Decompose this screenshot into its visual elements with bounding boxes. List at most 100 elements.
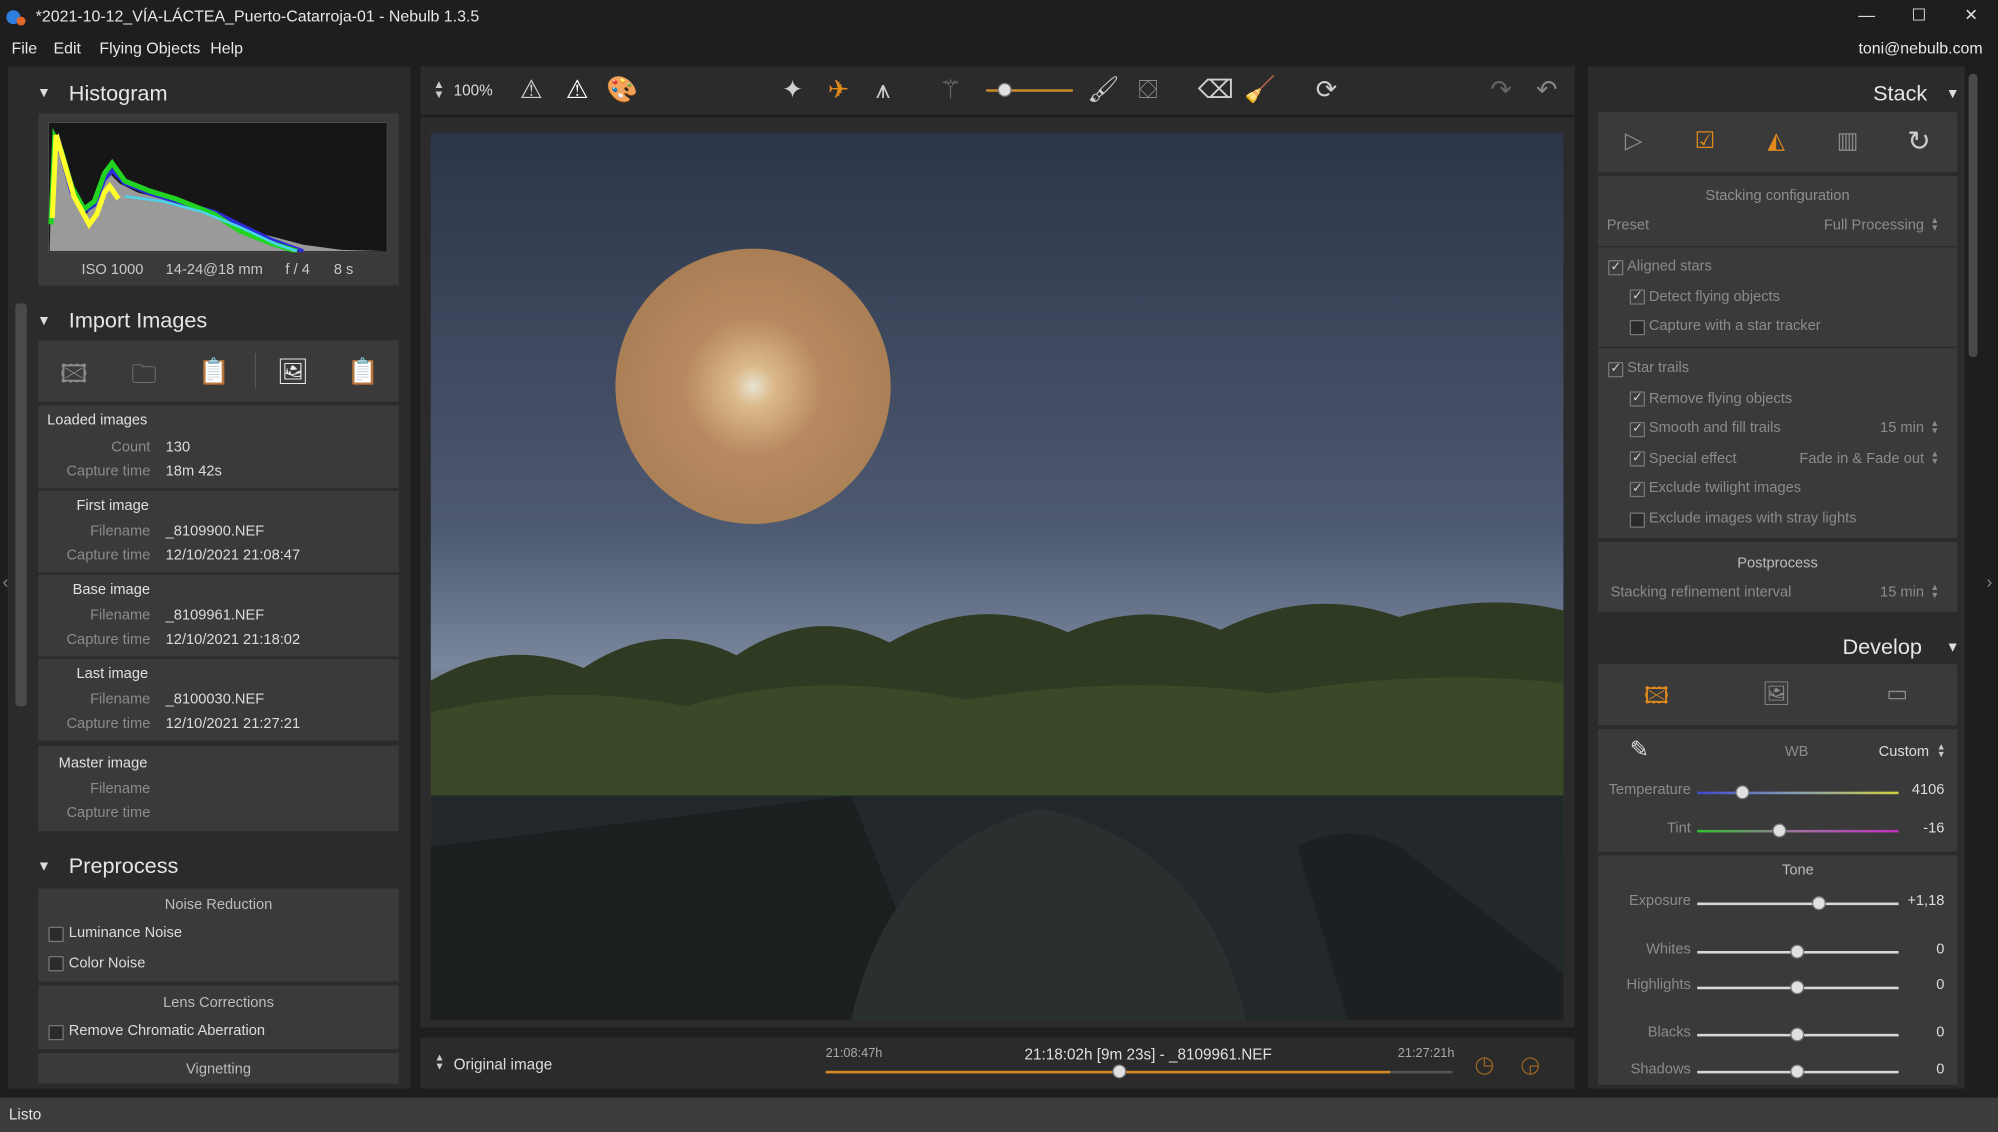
fill-icon[interactable]: ⛋ — [1131, 74, 1164, 107]
smooth-trails-checkbox[interactable]: ✓ — [1629, 421, 1645, 438]
magic-wand-icon[interactable]: ⚚ — [934, 74, 967, 107]
first-image-heading: First image — [76, 498, 149, 514]
play-mode-icon[interactable]: ▷ — [1616, 127, 1652, 154]
tint-value[interactable]: -16 — [1886, 821, 1944, 836]
develop-collapse-icon[interactable]: ▼ — [1946, 640, 1960, 655]
brush-size-knob[interactable] — [997, 82, 1012, 97]
import-images-icon[interactable]: 🖾 — [56, 356, 92, 399]
remove-flying-label: Remove flying objects — [1648, 391, 1793, 407]
collapse-right-icon[interactable]: › — [1986, 571, 1992, 591]
view-mode[interactable]: Original image — [454, 1056, 553, 1074]
exposure-slider[interactable] — [1697, 902, 1899, 906]
develop-crop-icon[interactable]: ▭ — [1879, 681, 1915, 708]
minimize-button[interactable]: — — [1848, 5, 1886, 28]
clear-brush-icon[interactable]: 🧹 — [1244, 74, 1277, 107]
maximize-button[interactable]: ☐ — [1900, 5, 1938, 28]
right-scrollbar[interactable] — [1968, 73, 1978, 357]
highlights-value[interactable]: 0 — [1886, 978, 1944, 993]
eraser-icon[interactable]: ⌫ — [1198, 74, 1234, 107]
preset-stepper-icon[interactable]: ▲ ▼ — [1930, 217, 1939, 234]
refinement-value[interactable]: 15 min — [1835, 585, 1924, 600]
flying-object-icon[interactable]: ✈ — [822, 74, 855, 107]
stack-collapse-icon[interactable]: ▼ — [1946, 87, 1960, 102]
import-master-icon[interactable]: 🖼 — [275, 356, 311, 388]
star-trails-checkbox[interactable]: ✓ — [1608, 362, 1624, 378]
zoom-level[interactable]: 100% — [454, 82, 493, 100]
clock-forward-icon[interactable]: ◷ — [1468, 1048, 1501, 1081]
smooth-trails-value[interactable]: 15 min — [1835, 421, 1924, 436]
loaded-images-heading: Loaded images — [47, 413, 148, 429]
luminance-noise-checkbox[interactable] — [48, 926, 64, 943]
aligned-stars-checkbox[interactable]: ✓ — [1608, 260, 1624, 276]
columns-mode-icon[interactable]: ▥ — [1830, 127, 1866, 154]
menu-edit[interactable]: Edit — [54, 40, 81, 58]
exposure-value[interactable]: +1,18 — [1886, 894, 1944, 909]
palette-icon[interactable]: 🎨 — [605, 74, 638, 107]
tower-icon[interactable]: ⩚ — [866, 74, 899, 107]
blacks-value[interactable]: 0 — [1886, 1025, 1944, 1040]
chromatic-aberration-checkbox[interactable] — [48, 1024, 64, 1041]
preprocess-collapse-icon[interactable]: ▼ — [37, 859, 51, 874]
aligned-mode-icon[interactable]: ☑ — [1687, 127, 1723, 154]
detect-flying-checkbox[interactable]: ✓ — [1629, 289, 1645, 305]
warning-filled-icon[interactable]: ⚠ — [561, 74, 594, 107]
import-paste-icon[interactable]: 📋 — [345, 356, 381, 388]
import-folder-icon[interactable]: 🗀 — [126, 356, 162, 399]
star-trails-label: Star trails — [1627, 360, 1690, 377]
refinement-stepper-icon[interactable]: ▲ ▼ — [1930, 584, 1939, 601]
brush-icon[interactable]: 🖌 — [1087, 74, 1120, 107]
reset-icon[interactable]: ↻ — [1901, 125, 1937, 158]
color-noise-checkbox[interactable] — [48, 956, 64, 972]
wb-value[interactable]: Custom — [1860, 744, 1929, 759]
develop-image-icon[interactable]: 🖾 — [1639, 681, 1675, 719]
stray-lights-checkbox[interactable] — [1629, 512, 1645, 528]
clock-back-icon[interactable]: ◶ — [1514, 1048, 1547, 1081]
menu-flying-objects[interactable]: Flying Objects — [99, 40, 200, 58]
shadows-knob[interactable] — [1790, 1064, 1805, 1079]
tint-slider[interactable] — [1697, 829, 1899, 833]
highlights-knob[interactable] — [1790, 980, 1805, 995]
trails-mode-icon[interactable]: ◭ — [1758, 127, 1794, 154]
detect-flying-label: Detect flying objects — [1648, 289, 1780, 305]
wb-stepper-icon[interactable]: ▲ ▼ — [1937, 743, 1946, 760]
base-filename-label: Filename — [90, 608, 151, 624]
twilight-checkbox[interactable]: ✓ — [1629, 481, 1645, 498]
star-tracker-checkbox[interactable] — [1629, 319, 1645, 336]
menu-file[interactable]: File — [11, 40, 37, 58]
main-image[interactable] — [430, 132, 1564, 1020]
preset-label: Preset — [1606, 217, 1650, 234]
whites-knob[interactable] — [1790, 944, 1805, 959]
stray-lights-label: Exclude images with stray lights — [1648, 511, 1857, 527]
import-clipboard-icon[interactable]: 📋 — [196, 356, 232, 388]
histogram-collapse-icon[interactable]: ▼ — [37, 85, 51, 100]
develop-landscape-icon[interactable]: 🖼 — [1758, 681, 1794, 708]
shadows-value[interactable]: 0 — [1886, 1062, 1944, 1077]
eyedropper-icon[interactable]: ✎ — [1630, 737, 1649, 764]
refresh-icon[interactable]: ⟳ — [1310, 74, 1343, 107]
undo-icon[interactable]: ↶ — [1530, 74, 1563, 107]
whites-value[interactable]: 0 — [1886, 942, 1944, 957]
remove-flying-checkbox[interactable]: ✓ — [1629, 391, 1645, 407]
special-stepper-icon[interactable]: ▲ ▼ — [1930, 450, 1939, 467]
temperature-value[interactable]: 4106 — [1886, 783, 1945, 798]
view-stepper-icon[interactable]: ▲ ▼ — [435, 1052, 445, 1071]
blacks-knob[interactable] — [1790, 1027, 1805, 1042]
preset-value[interactable]: Full Processing — [1797, 218, 1924, 233]
special-effect-value[interactable]: Fade in & Fade out — [1758, 451, 1924, 466]
close-button[interactable]: ✕ — [1952, 5, 1990, 28]
temperature-slider[interactable] — [1697, 791, 1899, 795]
redo-icon[interactable]: ↷ — [1484, 74, 1517, 107]
menu-help[interactable]: Help — [210, 40, 243, 58]
zoom-stepper-icon[interactable]: ▲ ▼ — [433, 78, 444, 100]
smooth-stepper-icon[interactable]: ▲ ▼ — [1930, 419, 1939, 436]
collapse-left-icon[interactable]: ‹ — [3, 571, 9, 591]
import-collapse-icon[interactable]: ▼ — [37, 314, 51, 329]
first-filename: _8109900.NEF — [165, 523, 265, 540]
special-effect-checkbox[interactable]: ✓ — [1629, 451, 1645, 467]
count-label: Count — [111, 439, 151, 456]
stars-icon[interactable]: ✦ — [776, 74, 809, 107]
tint-knob[interactable] — [1772, 823, 1787, 838]
warning-outline-icon[interactable]: ⚠ — [515, 74, 548, 107]
left-scrollbar[interactable] — [15, 303, 27, 707]
user-account[interactable]: toni@nebulb.com — [1858, 40, 1982, 58]
